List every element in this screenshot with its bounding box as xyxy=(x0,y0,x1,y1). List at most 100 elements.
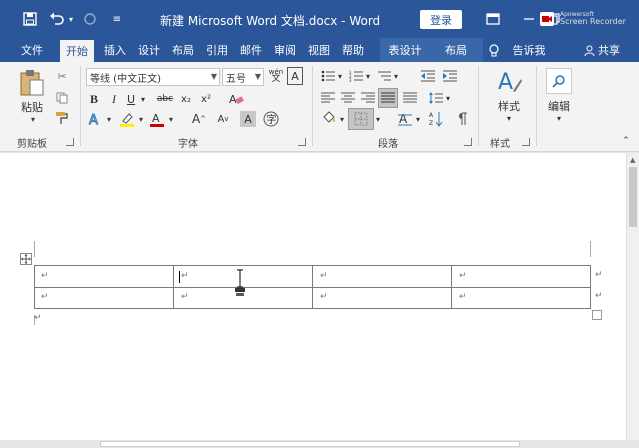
highlight-dropdown-icon[interactable]: ▾ xyxy=(136,110,146,128)
font-size-value: 五号 xyxy=(226,73,246,85)
paste-icon[interactable] xyxy=(18,68,46,98)
underline-button[interactable]: U xyxy=(124,91,138,107)
save-icon[interactable] xyxy=(20,9,40,29)
bold-button[interactable]: B xyxy=(86,91,102,107)
find-icon[interactable] xyxy=(546,68,572,94)
tab-review[interactable]: 审阅 xyxy=(268,38,302,62)
table-move-handle-icon[interactable] xyxy=(20,253,32,265)
phonetic-guide-icon[interactable]: wén 文 xyxy=(268,67,284,85)
chinese-layout-icon[interactable]: A xyxy=(396,110,414,128)
sort-icon[interactable]: AZ xyxy=(428,110,444,128)
document-area[interactable]: ↵ ↵ ↵ ↵ ↵ ↵ ↵ ↵ ↵ ↵ ↵ xyxy=(0,153,626,440)
bullets-dropdown-icon[interactable]: ▾ xyxy=(336,68,344,84)
ribbon-display-icon[interactable] xyxy=(484,9,502,29)
tab-home[interactable]: 开始 xyxy=(60,40,94,62)
redo-icon[interactable] xyxy=(82,9,98,29)
clipboard-launcher-icon[interactable] xyxy=(66,138,74,146)
char-shading-icon[interactable]: A xyxy=(240,111,256,127)
table-resize-handle-icon[interactable] xyxy=(592,310,602,320)
table-cell-mark: ↵ xyxy=(181,271,189,281)
decrease-indent-icon[interactable] xyxy=(420,68,436,84)
customize-icon[interactable]: ≡ xyxy=(110,9,124,29)
show-marks-icon[interactable] xyxy=(454,110,470,128)
minimize-icon[interactable] xyxy=(520,9,538,29)
paste-button[interactable]: 粘贴 xyxy=(18,100,46,114)
tell-me-box[interactable]: 告诉我 xyxy=(508,38,550,62)
styles-dropdown-icon[interactable]: ▾ xyxy=(504,113,514,123)
tab-insert[interactable]: 插入 xyxy=(98,38,132,62)
multilevel-dropdown-icon[interactable]: ▾ xyxy=(392,68,400,84)
align-left-icon[interactable] xyxy=(320,90,336,106)
undo-icon[interactable] xyxy=(48,9,66,29)
share-icon[interactable] xyxy=(582,38,596,62)
align-center-icon[interactable] xyxy=(340,90,356,106)
line-spacing-icon[interactable] xyxy=(428,90,444,106)
tab-file[interactable]: 文件 xyxy=(14,38,50,62)
tab-design[interactable]: 设计 xyxy=(132,38,166,62)
paragraph-launcher-icon[interactable] xyxy=(464,138,472,146)
paste-dropdown-icon[interactable]: ▾ xyxy=(28,114,38,124)
strikethrough-button[interactable]: abc xyxy=(154,91,176,107)
collapse-ribbon-icon[interactable]: ⌃ xyxy=(620,136,632,146)
superscript-button[interactable]: x² xyxy=(198,91,214,107)
numbering-dropdown-icon[interactable]: ▾ xyxy=(364,68,372,84)
cut-icon[interactable]: ✂ xyxy=(54,68,70,84)
vertical-scrollbar[interactable]: ▲ xyxy=(626,153,639,440)
lightbulb-icon[interactable] xyxy=(486,38,502,62)
copy-icon[interactable] xyxy=(54,90,70,106)
align-right-icon[interactable] xyxy=(360,90,376,106)
editing-button[interactable]: 编辑 xyxy=(544,99,574,113)
scrollbar-thumb[interactable] xyxy=(100,441,520,447)
tab-help[interactable]: 帮助 xyxy=(336,38,370,62)
scroll-up-icon[interactable]: ▲ xyxy=(630,156,635,164)
font-color-dropdown-icon[interactable]: ▾ xyxy=(166,110,176,128)
svg-text:A: A xyxy=(399,112,408,126)
borders-dropdown-icon[interactable]: ▾ xyxy=(374,110,382,128)
line-spacing-dropdown-icon[interactable]: ▾ xyxy=(444,90,452,106)
multilevel-list-icon[interactable] xyxy=(376,68,392,84)
font-name-combo[interactable]: 等线 (中文正文) ▼ xyxy=(86,68,220,86)
underline-dropdown-icon[interactable]: ▾ xyxy=(138,91,148,107)
separator xyxy=(478,66,479,146)
styles-button[interactable]: 样式 xyxy=(494,99,524,113)
scrollbar-thumb[interactable] xyxy=(629,167,637,227)
styles-icon[interactable]: A xyxy=(494,66,524,96)
shading-icon[interactable] xyxy=(320,110,338,128)
editing-dropdown-icon[interactable]: ▾ xyxy=(554,113,564,123)
styles-launcher-icon[interactable] xyxy=(522,138,530,146)
horizontal-scrollbar[interactable] xyxy=(0,440,639,448)
distributed-icon[interactable] xyxy=(402,90,418,106)
table[interactable]: ↵ ↵ ↵ ↵ ↵ ↵ ↵ ↵ xyxy=(34,265,591,309)
chinese-layout-dropdown-icon[interactable]: ▾ xyxy=(414,110,422,128)
text-effects-icon[interactable]: A xyxy=(86,110,104,128)
borders-icon[interactable] xyxy=(348,108,374,130)
format-painter-icon[interactable] xyxy=(54,110,70,126)
numbering-icon[interactable]: 123 xyxy=(348,68,364,84)
justify-icon[interactable] xyxy=(378,88,398,108)
tab-view[interactable]: 视图 xyxy=(302,38,336,62)
shading-dropdown-icon[interactable]: ▾ xyxy=(338,110,346,128)
char-border-icon[interactable]: A xyxy=(287,67,303,85)
share-button[interactable]: 共享 xyxy=(596,38,622,62)
clear-formatting-icon[interactable]: A xyxy=(226,90,246,108)
tab-table-design[interactable]: 表设计 xyxy=(382,38,428,62)
highlight-icon[interactable] xyxy=(118,110,136,128)
shrink-font-button[interactable]: Av xyxy=(214,110,232,128)
bullets-icon[interactable] xyxy=(320,68,336,84)
font-color-icon[interactable]: A xyxy=(148,110,166,128)
row-end-mark: ↵ xyxy=(595,270,603,280)
font-launcher-icon[interactable] xyxy=(298,138,306,146)
italic-button[interactable]: I xyxy=(106,91,122,107)
text-effects-dropdown-icon[interactable]: ▾ xyxy=(104,110,114,128)
tab-references[interactable]: 引用 xyxy=(200,38,234,62)
tab-table-layout[interactable]: 布局 xyxy=(438,38,474,62)
undo-dropdown-icon[interactable]: ▾ xyxy=(66,9,76,29)
subscript-button[interactable]: x₂ xyxy=(178,91,194,107)
grow-font-button[interactable]: A ^ xyxy=(190,110,208,128)
font-size-combo[interactable]: 五号 ▼ xyxy=(222,68,264,86)
enclose-char-icon[interactable]: 字 xyxy=(262,110,280,128)
tab-layout[interactable]: 布局 xyxy=(166,38,200,62)
login-button[interactable]: 登录 xyxy=(420,10,462,29)
tab-mailings[interactable]: 邮件 xyxy=(234,38,268,62)
increase-indent-icon[interactable] xyxy=(442,68,458,84)
